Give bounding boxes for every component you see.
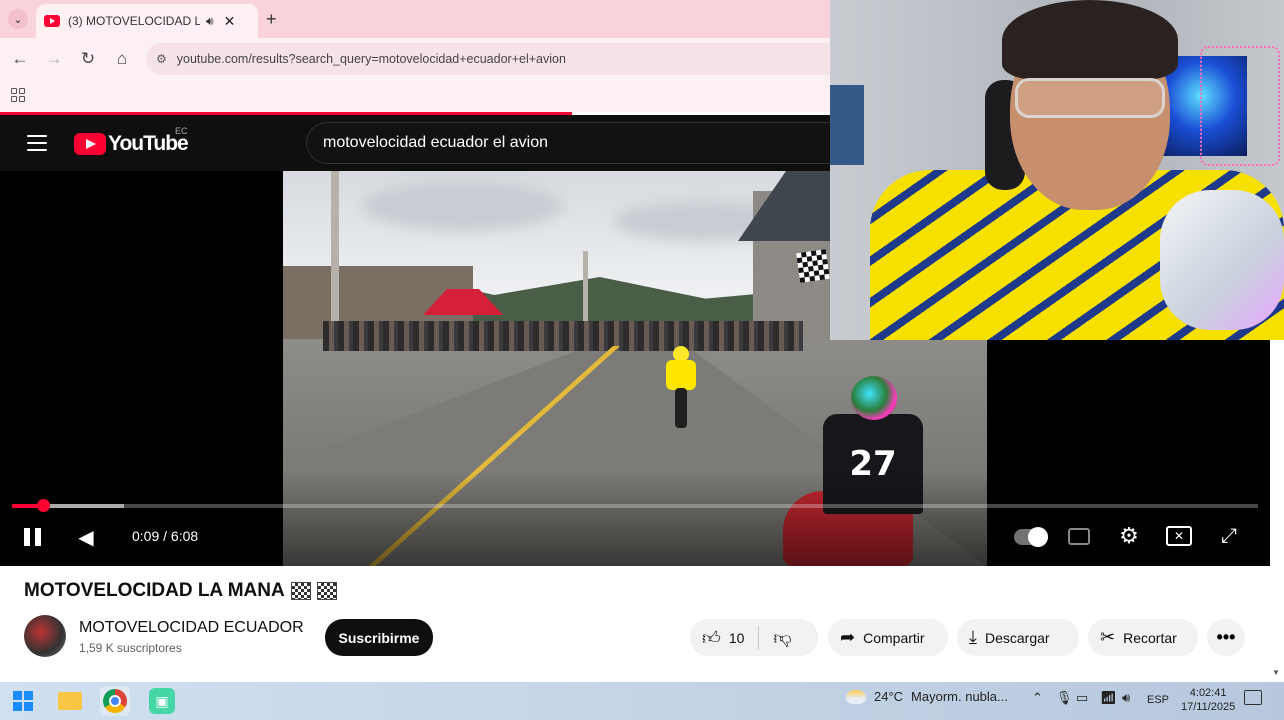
language-indicator[interactable]: ESP <box>1147 694 1169 706</box>
scroll-down-arrow-icon[interactable]: ▼ <box>1272 668 1280 677</box>
wall-poster <box>830 85 864 165</box>
like-dislike-group: 👍︎ 10 👎︎ <box>690 619 818 656</box>
site-settings-icon[interactable]: ⚙︎ <box>156 52 167 66</box>
streamer-hair <box>1002 0 1178 80</box>
browser-tab-active[interactable]: (3) MOTOVELOCIDAD LA M 🔊︎ ✕ <box>36 4 258 38</box>
thumbs-down-icon[interactable]: 👎︎ <box>773 627 791 649</box>
subtitles-icon[interactable] <box>1068 528 1090 545</box>
forward-arrow-icon[interactable]: → <box>43 48 65 70</box>
streamer-glasses <box>1015 78 1165 118</box>
clock-time: 4:02:41 <box>1189 687 1227 699</box>
led-strip <box>1200 46 1280 166</box>
share-arrow-icon: ➦ <box>840 627 856 647</box>
device-icon[interactable]: ▭ <box>1076 690 1088 706</box>
scissors-icon: ✂︎ <box>1100 627 1116 647</box>
share-button[interactable]: ➦ Compartir <box>828 619 948 656</box>
youtube-logo-icon[interactable] <box>74 133 106 155</box>
weather-description: Mayorm. nubla... <box>911 689 1008 704</box>
time-separator: / <box>159 528 171 544</box>
home-icon[interactable]: ⌂ <box>111 48 133 70</box>
youtube-header: YouTube EC motovelocidad ecuador el avio… <box>0 115 830 171</box>
speaker-tray-icon[interactable]: 🔊︎ <box>1122 690 1130 706</box>
back-arrow-icon[interactable]: ← <box>9 48 31 70</box>
chrome-icon[interactable] <box>100 686 130 716</box>
download-button[interactable]: ⤓ Descargar <box>957 619 1079 656</box>
checkered-flag <box>796 249 830 283</box>
subscribe-button[interactable]: Suscribirme <box>325 619 433 656</box>
time-current: 0:09 <box>132 528 160 544</box>
video-title-text: MOTOVELOCIDAD LA MANA <box>24 580 285 601</box>
cloud <box>363 181 563 231</box>
fullscreen-icon[interactable]: ⤢ <box>1216 523 1242 549</box>
rider-far <box>661 346 701 428</box>
channel-name[interactable]: MOTOVELOCIDAD ECUADOR <box>79 619 304 637</box>
apps-grid-icon[interactable] <box>11 88 25 102</box>
divider <box>758 625 760 650</box>
time-total: 6:08 <box>170 528 199 544</box>
share-label: Compartir <box>863 629 925 646</box>
channel-avatar[interactable] <box>24 615 66 657</box>
url-text: youtube.com/results?search_query=motovel… <box>176 52 566 66</box>
controls-gradient <box>0 471 1270 566</box>
file-explorer-icon[interactable] <box>55 686 85 716</box>
windows-start-icon[interactable] <box>8 686 38 716</box>
youtube-favicon-icon <box>44 15 60 27</box>
download-icon: ⤓ <box>969 627 977 647</box>
tab-title: (3) MOTOVELOCIDAD LA M <box>68 14 200 28</box>
more-actions-button[interactable]: ••• <box>1207 619 1245 656</box>
webcam-overlay <box>830 0 1284 340</box>
spectator-crowd <box>323 321 803 351</box>
checkered-flag-icon <box>290 582 311 600</box>
country-code: EC <box>175 126 188 136</box>
checkered-flag-icon <box>316 582 337 600</box>
menu-hamburger-icon[interactable] <box>27 135 47 151</box>
pause-icon[interactable] <box>24 528 42 546</box>
download-label: Descargar <box>984 629 1050 646</box>
tab-search-chevron-icon[interactable]: ⌄ <box>8 9 28 29</box>
address-bar[interactable]: ⚙︎ youtube.com/results?search_query=moto… <box>146 43 830 75</box>
theater-mode-icon[interactable]: ✕ <box>1166 526 1192 546</box>
volume-icon[interactable]: ◀︎ <box>74 525 98 549</box>
browser-tab-bar: ⌄ (3) MOTOVELOCIDAD LA M 🔊︎ ✕ + <box>0 0 830 38</box>
thumbs-up-icon[interactable]: 👍︎ <box>702 627 721 649</box>
bookmarks-bar <box>0 80 830 112</box>
close-tab-icon[interactable]: ✕ <box>224 13 236 30</box>
system-clock[interactable]: 4:02:41 17/11/2025 <box>1181 686 1235 714</box>
autoplay-toggle[interactable] <box>1014 527 1048 547</box>
clock-date: 17/11/2025 <box>1181 701 1236 713</box>
search-input[interactable]: motovelocidad ecuador el avion <box>306 122 830 164</box>
notification-icon[interactable] <box>1244 690 1262 705</box>
like-count[interactable]: 10 <box>729 630 745 646</box>
microphone-icon[interactable]: 🎙︎ <box>1056 690 1073 706</box>
reload-icon[interactable]: ↻ <box>77 48 99 70</box>
microphone <box>1160 190 1284 330</box>
time-display: 0:09 / 6:08 <box>132 528 198 544</box>
speaker-icon[interactable]: 🔊︎ <box>206 14 214 29</box>
weather-widget[interactable]: 24°C Mayorm. nubla... <box>846 689 1008 704</box>
settings-gear-icon[interactable]: ⚙︎ <box>1116 523 1142 549</box>
windows-taskbar <box>0 682 1284 720</box>
tray-chevron-icon[interactable]: ⌃ <box>1032 690 1043 706</box>
cloudy-weather-icon <box>846 689 866 704</box>
browser-toolbar: ← → ↻ ⌂ ⚙︎ youtube.com/results?search_qu… <box>0 38 830 80</box>
video-title: MOTOVELOCIDAD LA MANA <box>24 580 337 602</box>
wifi-icon[interactable]: 📶︎ <box>1100 690 1117 706</box>
new-tab-button[interactable]: + <box>266 9 277 30</box>
clip-label: Recortar <box>1123 629 1177 646</box>
chat-app-icon[interactable]: ▣ <box>147 686 177 716</box>
subscriber-count: 1,59 K suscriptores <box>79 641 182 655</box>
search-query-text: motovelocidad ecuador el avion <box>323 134 549 151</box>
progress-bar[interactable] <box>12 504 1258 508</box>
weather-temp: 24°C <box>874 689 904 704</box>
clip-button[interactable]: ✂︎ Recortar <box>1088 619 1198 656</box>
